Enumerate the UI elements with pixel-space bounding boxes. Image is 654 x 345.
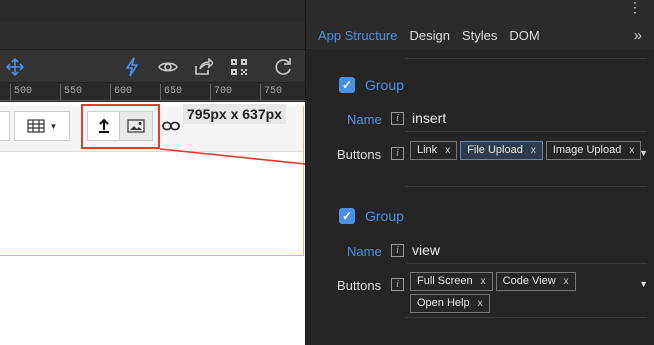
info-icon[interactable]: i <box>391 244 404 257</box>
tag-code-view[interactable]: Code View x <box>495 272 576 291</box>
tab-dom[interactable]: DOM <box>509 28 539 43</box>
buttons-tag-list[interactable]: Link x File Upload x Image Upload x <box>410 141 650 160</box>
properties-panel: ⋮ App Structure Design Styles DOM » ✓ Gr… <box>305 0 654 345</box>
group-header: ✓ Group <box>339 208 404 224</box>
remove-tag-icon[interactable]: x <box>629 142 634 159</box>
properties-list: ✓ Group Name i insert Buttons i Link x Fi… <box>306 49 654 345</box>
info-icon[interactable]: i <box>391 278 404 291</box>
group-checkbox[interactable]: ✓ <box>339 208 355 224</box>
tag-label: Image Upload <box>552 144 622 156</box>
tag-full-screen[interactable]: Full Screen x <box>410 272 493 291</box>
divider <box>405 131 647 132</box>
info-icon[interactable]: i <box>391 147 404 160</box>
more-options-icon[interactable]: ⋮ <box>628 0 642 14</box>
group-label: Group <box>365 77 404 93</box>
buttons-label: Buttons <box>337 278 382 293</box>
tab-app-structure[interactable]: App Structure <box>318 28 398 43</box>
name-label: Name <box>347 112 382 127</box>
tag-file-upload[interactable]: File Upload x <box>460 141 543 160</box>
tag-image-upload[interactable]: Image Upload x <box>545 141 642 160</box>
buttons-label: Buttons <box>337 147 382 162</box>
tab-design[interactable]: Design <box>410 28 450 43</box>
caret-down-icon[interactable]: ▼ <box>639 148 648 158</box>
divider <box>405 58 647 59</box>
tag-label: Code View <box>502 275 556 287</box>
divider <box>405 263 647 264</box>
group-checkbox[interactable]: ✓ <box>339 77 355 93</box>
caret-down-icon[interactable]: ▼ <box>639 279 648 289</box>
info-icon[interactable]: i <box>391 112 404 125</box>
remove-tag-icon[interactable]: x <box>481 273 486 290</box>
tag-label: Full Screen <box>417 275 473 287</box>
buttons-tag-list[interactable]: Full Screen x Code View x Open Help x <box>410 272 650 313</box>
tag-label: Open Help <box>417 297 470 309</box>
tag-label: Link <box>417 144 438 156</box>
tag-open-help[interactable]: Open Help x <box>410 294 490 313</box>
tag-link[interactable]: Link x <box>410 141 458 160</box>
name-label: Name <box>347 244 382 259</box>
group-label: Group <box>365 208 404 224</box>
remove-tag-icon[interactable]: x <box>478 295 483 312</box>
group-header: ✓ Group <box>339 77 404 93</box>
remove-tag-icon[interactable]: x <box>531 142 536 159</box>
remove-tag-icon[interactable]: x <box>564 273 569 290</box>
remove-tag-icon[interactable]: x <box>445 142 450 159</box>
expand-panel-icon[interactable]: » <box>634 27 642 44</box>
panel-tabs: App Structure Design Styles DOM <box>306 22 654 49</box>
divider <box>405 186 647 187</box>
divider <box>405 317 647 318</box>
name-value[interactable]: view <box>412 242 440 258</box>
tag-label: File Upload <box>467 144 523 156</box>
tab-styles[interactable]: Styles <box>462 28 497 43</box>
name-value[interactable]: insert <box>412 110 446 126</box>
